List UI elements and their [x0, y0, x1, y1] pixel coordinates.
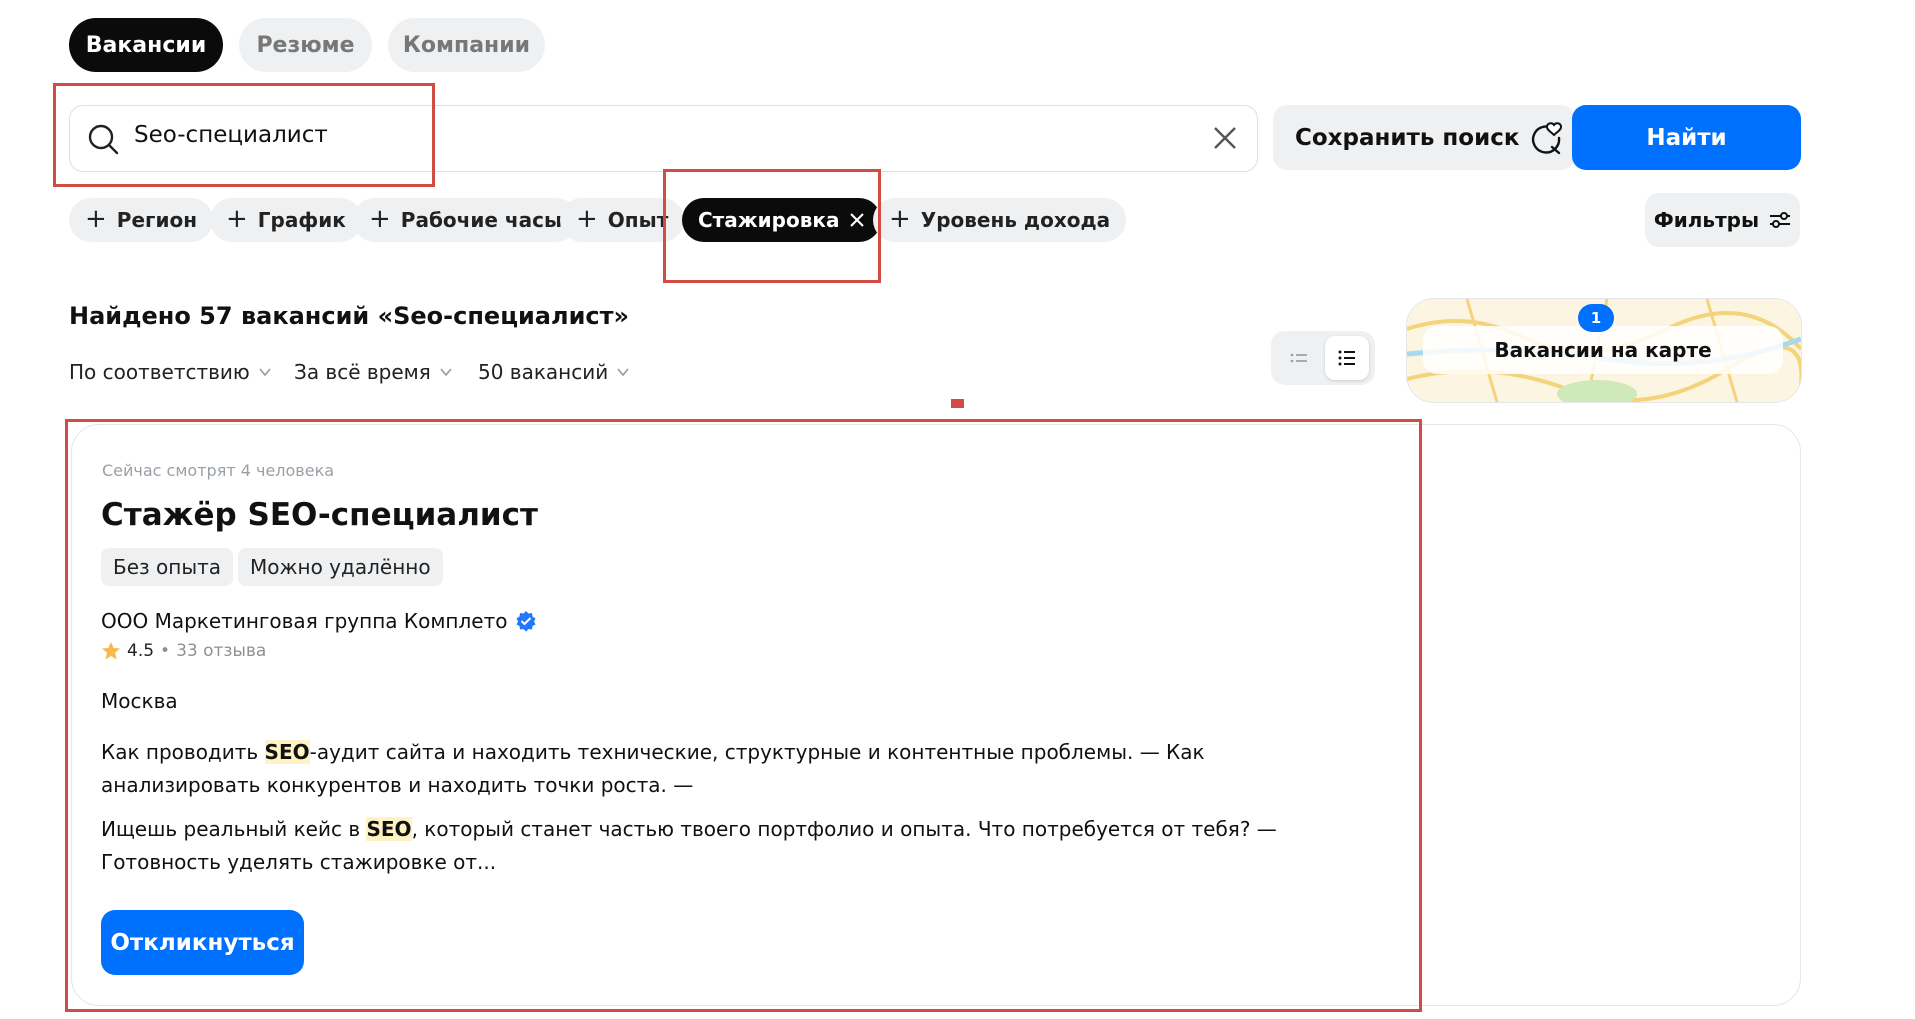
- chip-label: Рабочие часы: [400, 208, 563, 232]
- vacancy-snippet-2: Ищешь реальный кейс в SEO, который стане…: [101, 817, 1277, 874]
- heart-search-icon: [1532, 121, 1563, 154]
- map-label: Вакансии на карте: [1423, 326, 1783, 374]
- vacancy-city: Москва: [101, 689, 178, 713]
- compact-view-button[interactable]: [1277, 336, 1321, 380]
- chip-label: Опыт: [607, 208, 669, 232]
- page-size-dropdown[interactable]: 50 вакансий: [478, 360, 630, 384]
- chip-experience[interactable]: + Опыт: [560, 198, 685, 242]
- tab-companies[interactable]: Компании: [388, 18, 545, 72]
- vacancy-title[interactable]: Стажёр SEO-специалист: [101, 497, 538, 533]
- save-search-button[interactable]: Сохранить поиск: [1273, 105, 1575, 170]
- search-icon: [88, 124, 119, 155]
- close-icon[interactable]: [1211, 124, 1239, 152]
- tab-vacancies[interactable]: Вакансии: [69, 18, 223, 72]
- plus-icon: +: [369, 203, 391, 234]
- plus-icon: +: [85, 203, 107, 234]
- filters-label: Фильтры: [1653, 208, 1760, 232]
- company-rating[interactable]: 4.5 • 33 отзыва: [101, 641, 266, 661]
- list-detailed-icon: [1338, 350, 1355, 366]
- chevron-down-icon: [617, 368, 629, 377]
- star-icon: [102, 642, 120, 660]
- viewers-count: Сейчас смотрят 4 человека: [102, 461, 335, 480]
- chip-income[interactable]: + Уровень дохода: [873, 198, 1127, 242]
- sort-period-dropdown[interactable]: За всё время: [294, 360, 453, 384]
- chip-label: Уровень дохода: [920, 208, 1111, 232]
- sort-relevance-dropdown[interactable]: По соответствию: [69, 360, 272, 384]
- chip-internship[interactable]: Стажировка: [682, 198, 882, 242]
- chip-label: Стажировка: [698, 208, 840, 232]
- sliders-icon: [1770, 212, 1791, 228]
- list-compact-icon: [1290, 353, 1307, 363]
- chip-schedule[interactable]: + График: [210, 198, 362, 242]
- results-title: Найдено 57 вакансий «Seo-специалист»: [69, 302, 630, 330]
- map-card[interactable]: Вакансии на карте 1: [1406, 298, 1802, 403]
- annotation-marker: [951, 399, 964, 408]
- tab-resumes[interactable]: Резюме: [239, 18, 372, 72]
- view-toggle: [1271, 331, 1375, 385]
- plus-icon: +: [576, 203, 598, 234]
- sort-label: По соответствию: [69, 360, 250, 384]
- detailed-view-button[interactable]: [1325, 336, 1369, 380]
- sort-label: 50 вакансий: [478, 360, 609, 384]
- tag-no-experience: Без опыта: [101, 548, 234, 586]
- chip-working-hours[interactable]: + Рабочие часы: [353, 198, 579, 242]
- plus-icon: +: [889, 203, 911, 234]
- filters-button[interactable]: Фильтры: [1645, 193, 1800, 247]
- apply-button[interactable]: Откликнуться: [101, 910, 304, 975]
- vacancy-snippet-1: Как проводить SEO-аудит сайта и находить…: [101, 740, 1205, 797]
- close-icon[interactable]: [849, 212, 865, 228]
- search-input[interactable]: Seo-специалист: [134, 122, 328, 148]
- chip-label: График: [257, 208, 346, 232]
- rating-value: 4.5: [127, 641, 155, 661]
- save-search-label: Сохранить поиск: [1295, 124, 1520, 151]
- tag-remote: Можно удалённо: [238, 548, 443, 586]
- find-button[interactable]: Найти: [1572, 105, 1801, 170]
- search-field[interactable]: Seo-специалист: [69, 105, 1258, 172]
- company-label: ООО Маркетинговая группа Комплето: [101, 609, 508, 633]
- rating-separator: •: [160, 641, 171, 661]
- company-name[interactable]: ООО Маркетинговая группа Комплето: [101, 609, 537, 633]
- verified-icon: [516, 611, 536, 632]
- chip-region[interactable]: + Регион: [69, 198, 214, 242]
- sort-label: За всё время: [294, 360, 431, 384]
- chevron-down-icon: [259, 368, 271, 377]
- map-count-badge: 1: [1578, 304, 1614, 332]
- chevron-down-icon: [440, 368, 452, 377]
- reviews-count: 33 отзыва: [176, 641, 267, 661]
- chip-label: Регион: [116, 208, 198, 232]
- plus-icon: +: [226, 203, 248, 234]
